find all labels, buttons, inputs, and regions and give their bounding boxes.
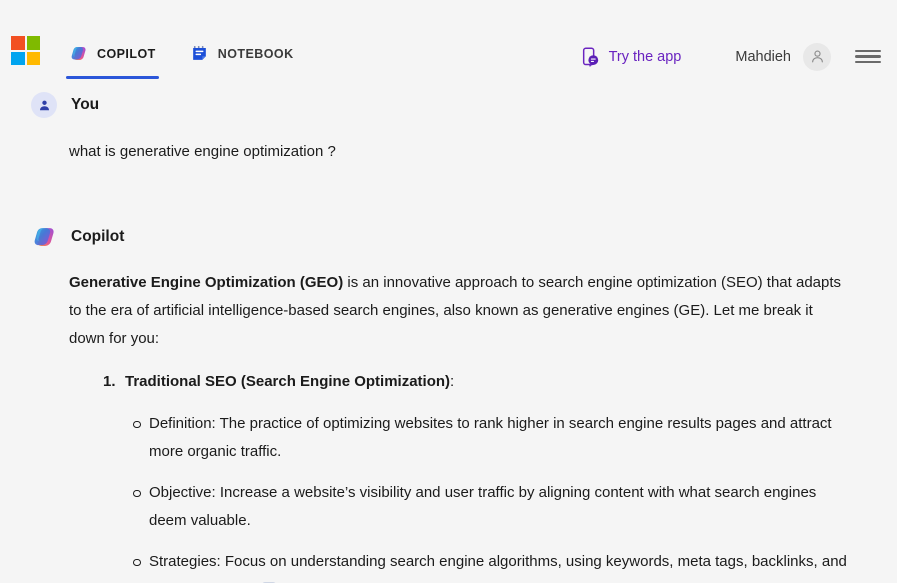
phone-chat-icon <box>580 46 601 67</box>
avatar[interactable] <box>803 42 831 71</box>
logo-square-yellow <box>26 51 40 65</box>
hamburger-menu-icon[interactable] <box>855 47 881 67</box>
conversation-thread: You what is generative engine optimizati… <box>0 92 897 583</box>
assistant-turn-body: Generative Engine Optimization (GEO) is … <box>0 269 877 583</box>
user-account-button[interactable]: Mahdieh <box>735 42 831 71</box>
hamburger-bar <box>855 61 881 64</box>
try-the-app-label: Try the app <box>608 48 682 65</box>
numbered-item-heading: Traditional SEO (Search Engine Optimizat… <box>103 368 847 396</box>
user-turn-body: what is generative engine optimization ? <box>0 141 877 164</box>
numbered-item-heading-text: Traditional SEO (Search Engine Optimizat… <box>125 372 451 390</box>
copilot-icon <box>31 224 57 250</box>
copilot-icon <box>69 44 88 63</box>
list-item: Objective: Increase a website’s visibili… <box>133 479 847 535</box>
bullet-text: Definition: The practice of optimizing w… <box>149 414 832 460</box>
tab-notebook-label: NOTEBOOK <box>217 46 294 61</box>
numbered-item-heading-suffix: : <box>450 372 455 390</box>
notebook-icon <box>190 44 209 63</box>
assistant-numbered-list: Traditional SEO (Search Engine Optimizat… <box>69 368 847 583</box>
assistant-intro-paragraph: Generative Engine Optimization (GEO) is … <box>69 269 847 353</box>
intro-bold-lead: Generative Engine Optimization (GEO) <box>69 273 344 291</box>
list-item: Definition: The practice of optimizing w… <box>133 410 847 466</box>
logo-square-red <box>11 36 25 50</box>
list-item: Strategies: Focus on understanding searc… <box>133 548 847 583</box>
user-message-text: what is generative engine optimization ? <box>69 143 336 160</box>
assistant-bullet-list: Definition: The practice of optimizing w… <box>125 410 847 583</box>
message-author: Copilot <box>71 227 125 245</box>
list-item: Traditional SEO (Search Engine Optimizat… <box>103 368 847 583</box>
assistant-turn-header: Copilot <box>0 224 877 250</box>
user-turn-header: You <box>0 92 877 118</box>
bullet-text: Objective: Increase a website’s visibili… <box>149 483 817 529</box>
tab-copilot-label: COPILOT <box>97 46 156 61</box>
header-tabs: COPILOT NOTEBOOK <box>66 44 294 79</box>
microsoft-logo <box>11 36 40 65</box>
tab-notebook[interactable]: NOTEBOOK <box>190 44 294 79</box>
app-header: COPILOT NOTEBOOK Try the app Mahdieh <box>0 0 897 92</box>
user-name-label: Mahdieh <box>735 48 791 65</box>
try-the-app-button[interactable]: Try the app <box>574 42 688 71</box>
logo-square-blue <box>11 51 25 65</box>
hamburger-bar <box>855 55 881 58</box>
person-icon <box>39 100 49 110</box>
assistant-message-turn: Copilot Generative Engine Optimization (… <box>0 224 877 583</box>
tab-copilot[interactable]: COPILOT <box>66 44 159 79</box>
bullet-text: Strategies: Focus on understanding searc… <box>149 552 847 583</box>
person-icon <box>811 50 823 63</box>
message-author: You <box>71 96 100 113</box>
user-message-turn: You what is generative engine optimizati… <box>0 92 877 164</box>
logo-square-green <box>26 36 40 50</box>
avatar <box>31 92 57 118</box>
header-right-controls: Try the app Mahdieh <box>574 42 881 71</box>
hamburger-bar <box>855 49 881 52</box>
